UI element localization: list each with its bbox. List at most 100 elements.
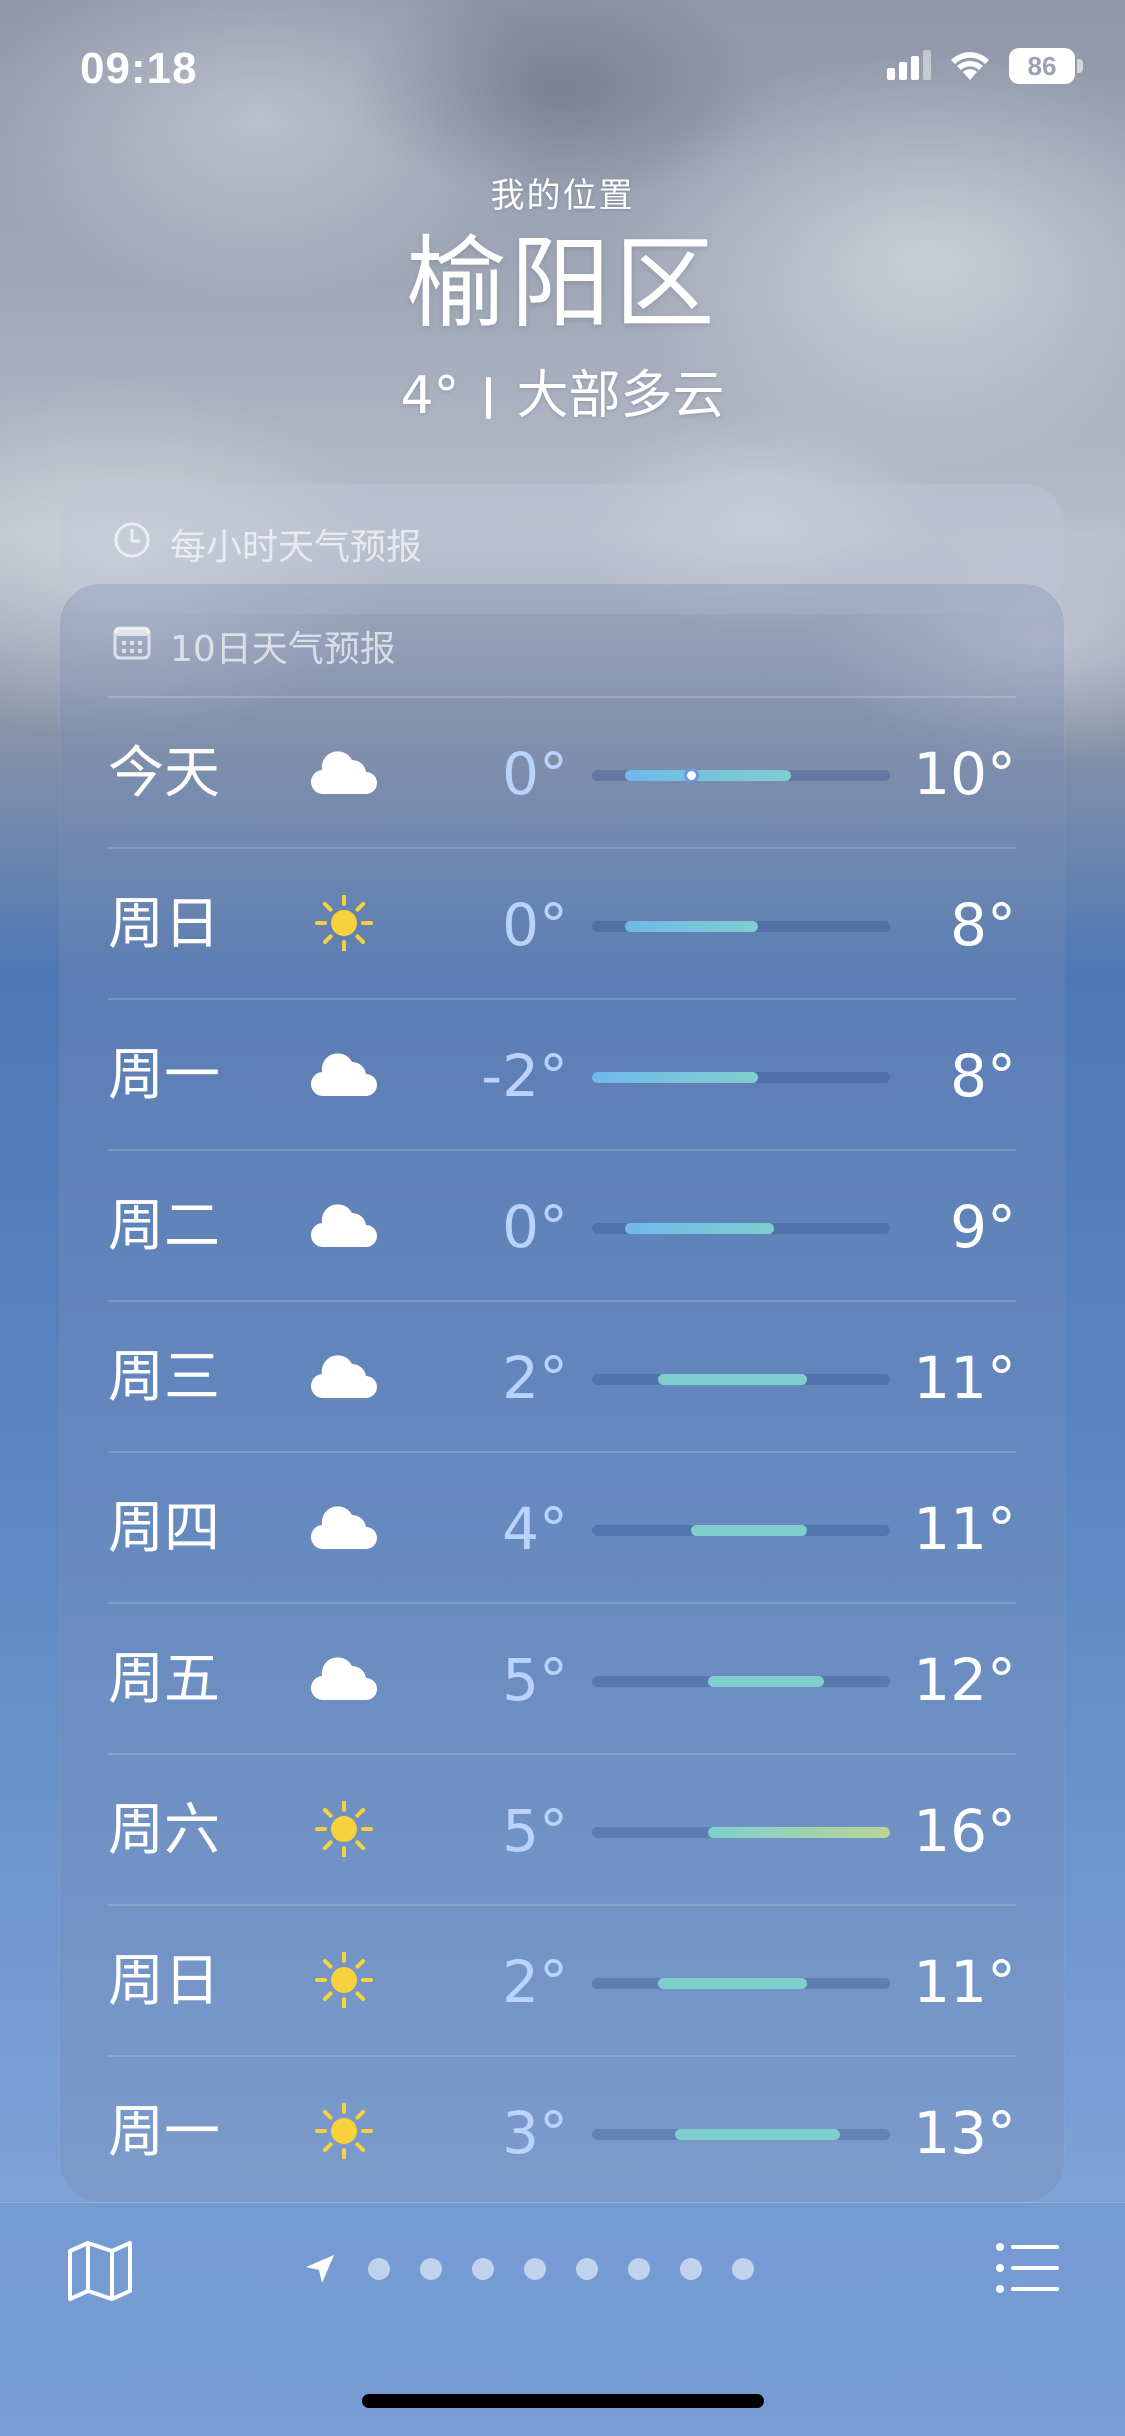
ten-day-forecast-title: 10日天气预报 — [170, 629, 396, 670]
forecast-day-row[interactable]: 周一 3° 13° — [108, 2057, 1016, 2208]
high-temperature: 8° — [950, 891, 1016, 959]
cloud-icon — [308, 1197, 380, 1253]
current-summary: 4° 大部多云 — [0, 353, 1125, 428]
status-bar: 09:18 86 — [0, 0, 1125, 140]
cloud-icon — [308, 1046, 380, 1102]
forecast-day-row[interactable]: 周日 0° 8° — [108, 849, 1016, 1000]
battery-icon: 86 — [1009, 48, 1083, 84]
high-temperature: 13° — [913, 2099, 1016, 2167]
status-icons: 86 — [887, 48, 1083, 84]
sun-icon — [308, 1800, 380, 1858]
page-dot[interactable] — [628, 2258, 650, 2280]
location-arrow-icon — [306, 2255, 334, 2283]
temperature-range-bar — [592, 1676, 890, 1687]
day-name: 周一 — [108, 1043, 220, 1108]
map-button[interactable] — [64, 2239, 136, 2303]
page-dot[interactable] — [680, 2258, 702, 2280]
low-temperature: 5° — [502, 1797, 568, 1865]
hourly-forecast-title: 每小时天气预报 — [170, 527, 423, 568]
temperature-range-fill — [674, 2129, 841, 2140]
high-temperature: 11° — [913, 1344, 1016, 1412]
low-temperature: 5° — [502, 1646, 568, 1714]
home-indicator[interactable] — [362, 2394, 764, 2408]
forecast-day-row[interactable]: 周四 4° 11° — [108, 1453, 1016, 1604]
day-name: 周日 — [108, 892, 220, 957]
page-dot[interactable] — [576, 2258, 598, 2280]
forecast-day-row[interactable]: 周三 2° 11° — [108, 1302, 1016, 1453]
temperature-range-fill — [592, 1072, 758, 1083]
page-dot[interactable] — [472, 2258, 494, 2280]
temperature-range-bar — [592, 1374, 890, 1385]
forecast-day-row[interactable]: 周日 2° 11° — [108, 1906, 1016, 2057]
list-icon — [996, 2243, 1059, 2293]
temperature-range-bar — [592, 1072, 890, 1083]
low-temperature: 2° — [502, 1948, 568, 2016]
city-name: 榆阳区 — [406, 225, 719, 342]
cellular-signal-icon — [887, 50, 931, 82]
forecast-day-row[interactable]: 周五 5° 12° — [108, 1604, 1016, 1755]
forecast-day-row[interactable]: 周二 0° 9° — [108, 1151, 1016, 1302]
cloud-icon — [308, 1499, 380, 1555]
high-temperature: 9° — [950, 1193, 1016, 1261]
temperature-range-fill — [625, 770, 791, 781]
day-name: 周四 — [108, 1496, 220, 1561]
temperature-range-fill — [707, 1827, 890, 1838]
map-icon — [68, 2241, 132, 2301]
temperature-range-fill — [691, 1525, 808, 1536]
forecast-day-row[interactable]: 周一 -2° 8° — [108, 1000, 1016, 1151]
sun-icon — [308, 1951, 380, 2009]
low-temperature: 4° — [502, 1495, 568, 1563]
day-name: 周五 — [108, 1647, 220, 1712]
low-temperature: 3° — [502, 2099, 568, 2167]
city-list-button[interactable] — [995, 2241, 1061, 2295]
day-name: 今天 — [108, 741, 220, 806]
low-temperature: 0° — [502, 1193, 568, 1261]
high-temperature: 11° — [913, 1495, 1016, 1563]
temperature-range-bar — [592, 2129, 890, 2140]
current-condition: 大部多云 — [516, 366, 725, 426]
day-name: 周三 — [108, 1345, 220, 1410]
low-temperature: 0° — [502, 891, 568, 959]
high-temperature: 16° — [913, 1797, 1016, 1865]
low-temperature: 0° — [502, 740, 568, 808]
summary-separator — [485, 377, 491, 419]
current-temperature: 4° — [400, 366, 460, 426]
temperature-range-fill — [707, 1676, 824, 1687]
ten-day-forecast-header: 10日天气预报 — [112, 620, 396, 672]
hourly-forecast-header: 每小时天气预报 — [112, 518, 422, 570]
location-header: 我的位置 榆阳区 4° 大部多云 — [0, 168, 1125, 428]
page-dot[interactable] — [420, 2258, 442, 2280]
day-name: 周日 — [108, 1949, 220, 2014]
ten-day-forecast-card[interactable]: 10日天气预报 今天 0° 10° 周日 0° 8° 周一 -2° 8° 周二 … — [60, 584, 1064, 2202]
day-name: 周六 — [108, 1798, 220, 1863]
high-temperature: 8° — [950, 1042, 1016, 1110]
high-temperature: 10° — [913, 740, 1016, 808]
temperature-range-bar — [592, 768, 890, 783]
battery-level: 86 — [1009, 48, 1075, 84]
page-indicator[interactable] — [302, 2251, 754, 2287]
forecast-day-row[interactable]: 今天 0° 10° — [108, 698, 1016, 849]
sun-icon — [308, 894, 380, 952]
cloud-icon — [308, 1348, 380, 1404]
temperature-range-fill — [625, 1223, 775, 1234]
temperature-range-fill — [658, 1978, 808, 1989]
day-name: 周一 — [108, 2100, 220, 2165]
low-temperature: -2° — [481, 1042, 568, 1110]
calendar-icon — [112, 622, 152, 671]
my-location-label: 我的位置 — [490, 176, 635, 216]
forecast-day-row[interactable]: 周六 5° 16° — [108, 1755, 1016, 1906]
cloud-icon — [308, 744, 380, 800]
temperature-range-bar — [592, 1223, 890, 1234]
temperature-range-fill — [625, 921, 758, 932]
clock-icon — [112, 520, 152, 569]
page-dot[interactable] — [732, 2258, 754, 2280]
high-temperature: 11° — [913, 1948, 1016, 2016]
temperature-range-fill — [658, 1374, 808, 1385]
temperature-range-bar — [592, 1827, 890, 1838]
low-temperature: 2° — [502, 1344, 568, 1412]
page-dot[interactable] — [524, 2258, 546, 2280]
wifi-icon — [949, 50, 991, 82]
status-time: 09:18 — [80, 44, 198, 93]
forecast-day-list: 今天 0° 10° 周日 0° 8° 周一 -2° 8° 周二 0° 9° 周三… — [108, 698, 1016, 2208]
page-dot[interactable] — [368, 2258, 390, 2280]
